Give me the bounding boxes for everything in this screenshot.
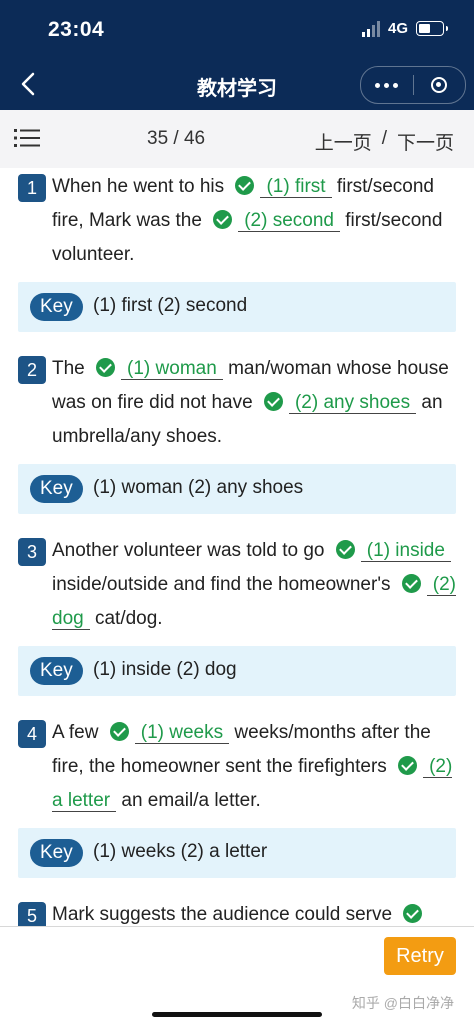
question-segment: Another volunteer was told to go: [52, 540, 325, 561]
more-button[interactable]: [361, 67, 413, 103]
status-indicators: 4G: [361, 20, 448, 37]
next-page-button[interactable]: 下一页: [397, 128, 454, 155]
correct-check-icon: [213, 210, 233, 229]
question-segment: When he went to his: [52, 176, 225, 197]
question-text: A few (1) weeks weeks/months after the f…: [52, 716, 462, 818]
correct-check-icon: [398, 756, 418, 775]
prev-page-button[interactable]: 上一页: [315, 128, 372, 155]
question-text: Another volunteer was told to go (1) ins…: [52, 534, 462, 636]
app-header: 23:04 4G 教材学习: [0, 0, 474, 110]
key-answers: (1) weeks (2) a letter: [93, 841, 268, 862]
answer-blank[interactable]: (2) second: [238, 210, 340, 232]
question-segment: inside/outside and find the homeowner's: [52, 574, 391, 595]
signal-icon: [361, 20, 380, 37]
correct-check-icon: [403, 904, 423, 923]
page-indicator: 35 / 46: [147, 128, 206, 149]
watermark: 知乎 @白白净净: [351, 995, 454, 1011]
status-time: 23:04: [48, 18, 105, 41]
question-segment: weeks/months after the fire, the homeown…: [52, 722, 431, 777]
bottom-action-bar: Retry 知乎 @白白净净: [0, 926, 474, 1026]
answer-blank[interactable]: (1) woman: [121, 358, 223, 380]
answer-key-box: Key (1) first (2) second: [18, 282, 456, 332]
mini-program-capsule: [360, 66, 466, 104]
home-indicator[interactable]: [152, 1012, 322, 1017]
question-number: 1: [18, 174, 46, 202]
correct-check-icon: [335, 540, 355, 559]
retry-button[interactable]: Retry: [384, 937, 456, 975]
answer-key-box: Key (1) woman (2) any shoes: [18, 464, 456, 514]
answer-key-box: Key (1) inside (2) dog: [18, 646, 456, 696]
correct-check-icon: [263, 392, 283, 411]
answer-blank[interactable]: (2) any shoes: [288, 392, 417, 414]
key-answers: (1) inside (2) dog: [93, 659, 237, 680]
target-close-icon: [431, 77, 448, 93]
question-text: When he went to his (1) first first/seco…: [52, 170, 462, 272]
key-answers: (1) first (2) second: [93, 295, 248, 316]
correct-check-icon: [235, 176, 255, 195]
correct-check-icon: [401, 574, 421, 593]
correct-check-icon: [109, 722, 129, 741]
question-number: 4: [18, 720, 46, 748]
close-mini-program-button[interactable]: [414, 67, 466, 103]
question-segment: cat/dog.: [94, 608, 163, 629]
answer-blank[interactable]: (1) first: [260, 176, 332, 198]
answer-blank[interactable]: (1) inside: [360, 540, 451, 562]
more-dots-icon: [375, 82, 399, 88]
question-segment: A few: [52, 722, 99, 743]
correct-check-icon: [96, 358, 116, 377]
key-badge: Key: [30, 657, 83, 685]
question-segment: Mark suggests the audience could serve: [52, 904, 393, 925]
pager-separator: /: [381, 128, 387, 149]
question-text: The (1) woman man/woman whose house was …: [52, 352, 462, 454]
question-number: 2: [18, 356, 46, 384]
pager: 上一页 / 下一页: [315, 128, 454, 155]
key-badge: Key: [30, 475, 83, 503]
key-answers: (1) woman (2) any shoes: [93, 477, 304, 498]
question-segment: an email/a letter.: [121, 790, 261, 811]
menu-list-icon[interactable]: [14, 127, 40, 149]
battery-icon: [416, 21, 448, 36]
question-segment: The: [52, 358, 85, 379]
answer-blank[interactable]: (1) weeks: [134, 722, 230, 744]
key-badge: Key: [30, 293, 83, 321]
network-label: 4G: [387, 20, 408, 37]
lesson-toolbar: 35 / 46 上一页 / 下一页: [0, 110, 474, 168]
key-badge: Key: [30, 839, 83, 867]
question-number: 3: [18, 538, 46, 566]
answer-key-box: Key (1) weeks (2) a letter: [18, 828, 456, 878]
